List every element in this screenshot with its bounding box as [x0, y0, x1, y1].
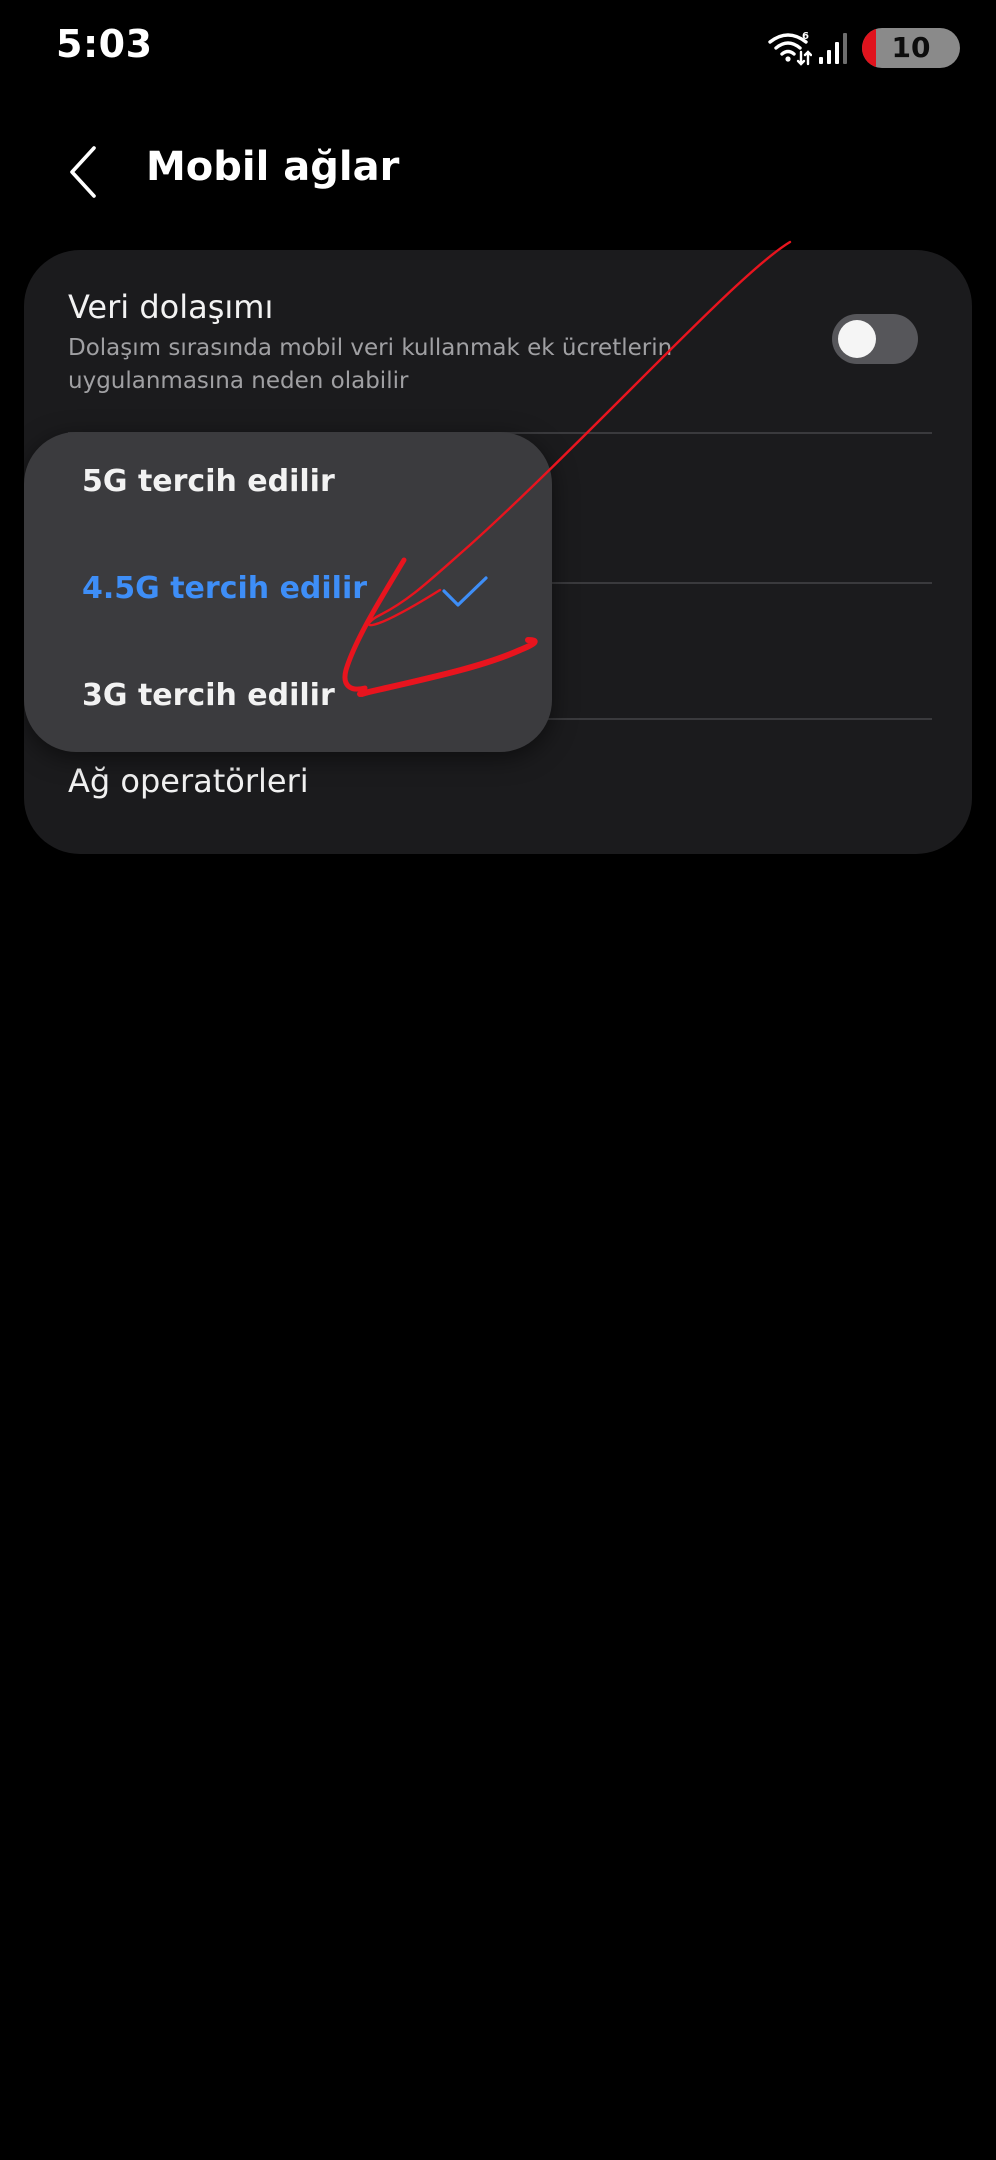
- page-title: Mobil ağlar: [146, 144, 400, 190]
- battery-percent: 10: [891, 31, 931, 64]
- menu-option-label: 5G tercih edilir: [82, 464, 335, 499]
- svg-text:6: 6: [802, 31, 809, 42]
- wifi-icon: 6: [768, 31, 812, 66]
- status-bar: 5:03 6 10: [0, 0, 996, 96]
- menu-option-5g[interactable]: 5G tercih edilir: [24, 432, 552, 538]
- network-mode-menu: 5G tercih edilir 4.5G tercih edilir 3G t…: [24, 432, 552, 752]
- menu-option-label: 3G tercih edilir: [82, 678, 335, 713]
- status-time: 5:03: [56, 22, 153, 66]
- battery-icon: 10: [862, 28, 960, 68]
- toggle-knob: [838, 320, 876, 358]
- checkmark-icon: [442, 576, 488, 607]
- status-icons: 6 10: [768, 26, 960, 70]
- signal-icon: [819, 33, 847, 64]
- network-operators-item[interactable]: Ağ operatörleri: [68, 762, 309, 800]
- menu-option-4-5g[interactable]: 4.5G tercih edilir: [24, 539, 552, 645]
- roaming-title[interactable]: Veri dolaşımı: [68, 288, 273, 326]
- roaming-toggle[interactable]: [832, 314, 918, 364]
- chevron-left-icon[interactable]: [56, 140, 116, 204]
- roaming-description: Dolaşım sırasında mobil veri kullanmak e…: [68, 335, 673, 394]
- menu-option-3g[interactable]: 3G tercih edilir: [24, 646, 552, 752]
- app-header: Mobil ağlar: [0, 130, 996, 216]
- menu-option-label: 4.5G tercih edilir: [82, 571, 368, 606]
